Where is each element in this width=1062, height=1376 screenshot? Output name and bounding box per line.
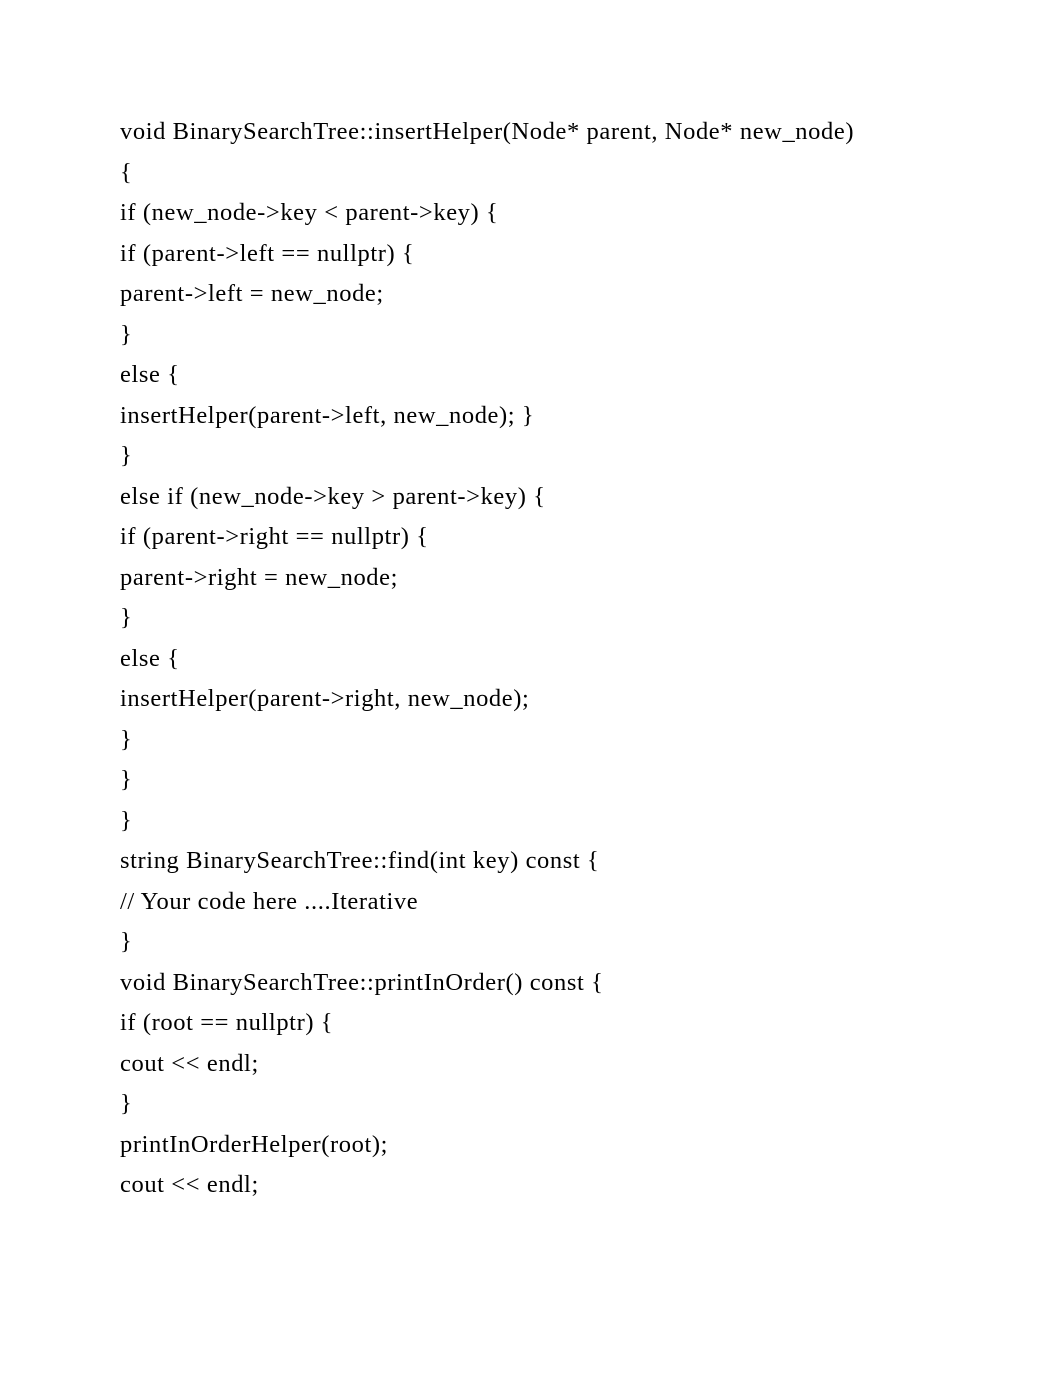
code-line: else if (new_node->key > parent->key) {	[120, 477, 952, 518]
code-line: else {	[120, 355, 952, 396]
code-line: void BinarySearchTree::printInOrder() co…	[120, 963, 952, 1004]
code-line: insertHelper(parent->right, new_node);	[120, 679, 952, 720]
code-line: }	[120, 436, 952, 477]
code-line: cout << endl;	[120, 1044, 952, 1085]
code-line: }	[120, 720, 952, 761]
code-line: void BinarySearchTree::insertHelper(Node…	[120, 112, 952, 153]
code-line: parent->right = new_node;	[120, 558, 952, 599]
code-line: parent->left = new_node;	[120, 274, 952, 315]
code-line: if (root == nullptr) {	[120, 1003, 952, 1044]
document-page: void BinarySearchTree::insertHelper(Node…	[0, 0, 1062, 1376]
code-line: if (parent->left == nullptr) {	[120, 234, 952, 275]
code-line: string BinarySearchTree::find(int key) c…	[120, 841, 952, 882]
code-line: }	[120, 760, 952, 801]
code-line: insertHelper(parent->left, new_node); }	[120, 396, 952, 437]
code-line: }	[120, 315, 952, 356]
code-line: {	[120, 153, 952, 194]
code-line: if (new_node->key < parent->key) {	[120, 193, 952, 234]
code-line: printInOrderHelper(root);	[120, 1125, 952, 1166]
code-line: if (parent->right == nullptr) {	[120, 517, 952, 558]
code-line: // Your code here ....Iterative	[120, 882, 952, 923]
code-line: }	[120, 922, 952, 963]
code-line: }	[120, 598, 952, 639]
code-line: else {	[120, 639, 952, 680]
code-line: cout << endl;	[120, 1165, 952, 1206]
code-line: }	[120, 801, 952, 842]
code-line: }	[120, 1084, 952, 1125]
